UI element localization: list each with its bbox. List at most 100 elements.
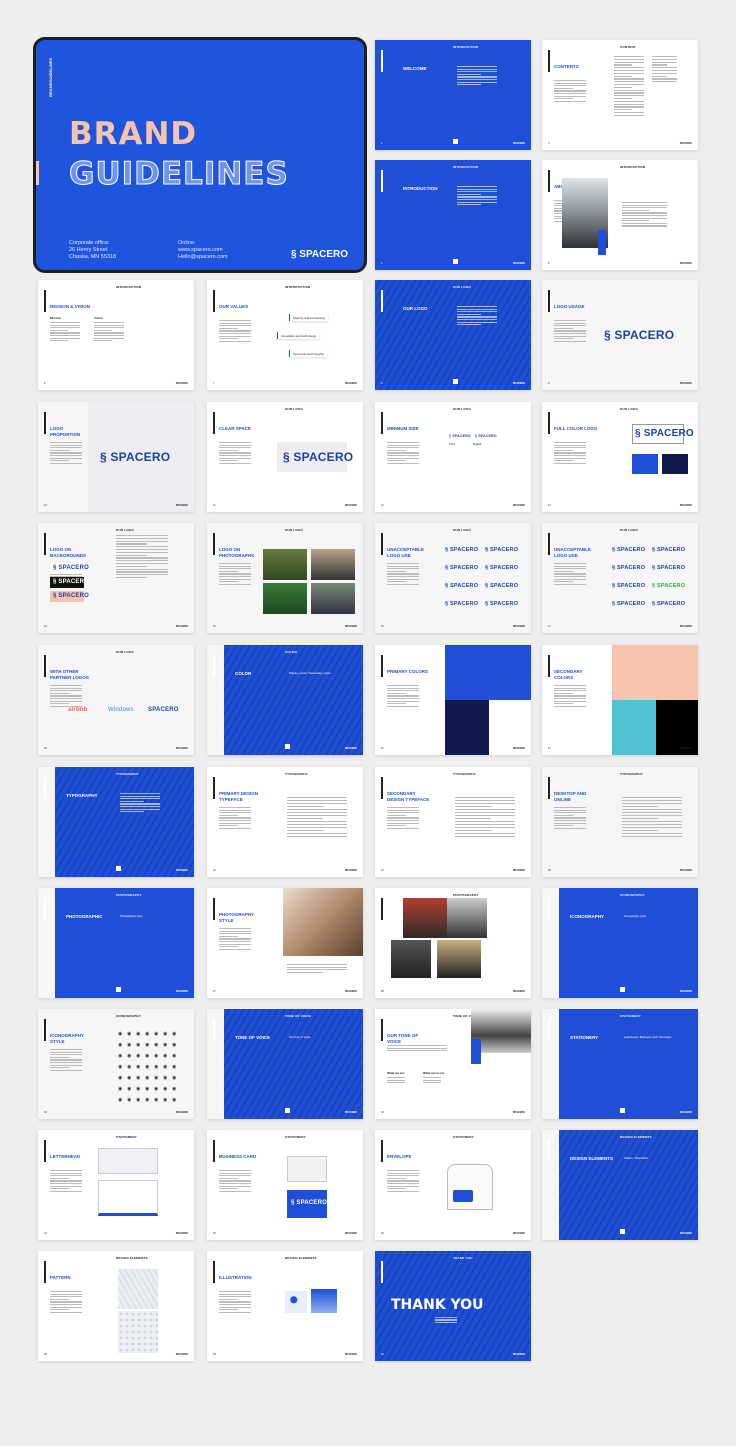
section-label: PHOTOGRAPHY [453,893,479,897]
slide-our-values[interactable]: INTRODUCTION Our Values Sharing and connec… [207,280,363,390]
slide-about[interactable]: INTRODUCTIONAbout5SPACERO [542,160,698,270]
spacero-logo: § SPACERO [652,547,686,553]
spacero-logo: § SPACERO [485,547,519,553]
text-line [50,1183,82,1185]
slide-minimum-size[interactable]: OUR LOGO Minimum Size Print Digital § SPACER… [375,402,531,512]
slide-logo-usage[interactable]: OUR LOGOLogo Usage§ SPACERO9SPACERO [542,280,698,390]
text-line [554,822,586,824]
vertical-brand-bar [381,50,383,72]
slide-title: Our Tone of Voice [387,1033,419,1044]
section-label: OUR LOGO [285,528,303,532]
slide-introduction[interactable]: INTRODUCTION Introduction 4 SPACERO [375,160,531,270]
text-line [457,313,481,315]
text-line [219,322,251,324]
icon-glyph: ◉ [145,1042,150,1048]
slide-logo-on-photographs[interactable]: OUR LOGO Logo on Photographs 15 SPACERO [207,523,363,633]
slide-iconography-style[interactable]: ICONOGRAPHY Iconography Style ◉ ◉ ◉ ◉ ◉ ◉ ◉ ◉ ◉ ◉ ◉ ◉… [38,1009,194,1119]
text-line [116,568,168,570]
slide-design-elements[interactable]: DESIGN ELEMENTS Design Elements Pattern / … [542,1130,698,1240]
text-line [219,576,251,578]
cover-online-info: Online: www.spacero.com Hello@spacero.co… [178,240,228,261]
text-line [387,807,419,809]
slide-our-logo[interactable]: OUR LOGO Our Logo 8 SPACERO [375,280,531,390]
slide-letterhead[interactable]: STATIONERY Letterhead 34 SPACERO [38,1130,194,1240]
text-line [622,220,649,222]
text-line [219,1311,251,1313]
text-line [622,225,667,227]
slide-typography[interactable]: TYPOGRAPHY Typography 22 SPACERO [38,767,194,877]
slide-primary-design-typeface[interactable]: TYPOGRAPHY Primary Design Typeface 23 SPACE… [207,767,363,877]
slide-title: Full Color Logo [554,426,598,431]
slide-unacceptable-logo-use[interactable]: OUR LOGO Unacceptable Logo Use § SPACERO § … [375,523,531,633]
vertical-brand-bar [44,777,46,799]
text-line [287,797,347,799]
slide-logo-proportion[interactable]: OUR LOGOLogo Proportion§ SPACERO10SPACER… [38,402,194,512]
text-line [219,447,251,449]
slide-unacceptable-logo-use[interactable]: OUR LOGO Unacceptable Logo Use § SPACERO § … [542,523,698,633]
slide-full-color-logo[interactable]: OUR LOGO Full Color Logo § SPACERO 13 SPACER… [542,402,698,512]
text-line [622,824,682,826]
slide-photography-style[interactable]: PHOTOGRAPHYPhotography Style27SPACERO [207,888,363,998]
photo-2 [263,583,307,614]
slide-secondary-colors[interactable]: COLORSecondary Colors21SPACERO [542,645,698,755]
slide-business-card[interactable]: STATIONERY Business Card § SPACERO 35 SPACER… [207,1130,363,1240]
illustration-2 [311,1289,337,1313]
slide-our-tone-of-voice[interactable]: TONE OF VOICE Our Tone of Voice What we ar… [375,1009,531,1119]
text-line [387,1175,419,1177]
icon-glyph: ◉ [145,1031,150,1037]
text-line [219,817,251,819]
website-link[interactable]: www.spacero.com [178,247,228,254]
icon-glyph: ◉ [154,1053,159,1059]
text-line [50,1180,82,1182]
slide-logo-on-backgrounds[interactable]: OUR LOGO Logo on Backgrounds § SPACERO § SP… [38,523,194,633]
text-line [219,812,251,814]
section-label: PHOTOGRAPHY [116,893,142,897]
slide-iconography[interactable]: ICONOGRAPHY Iconography Iconography style 2… [542,888,698,998]
white-square-marker [453,259,458,264]
email-link[interactable]: Hello@spacero.com [178,254,228,261]
footer-brand: SPACERO [512,625,525,628]
slide-contents[interactable]: CONTENT Contents 3 SPACERO [542,40,698,150]
office-label: Corporate office: [69,240,110,246]
slide-photographic[interactable]: PHOTOGRAPHY Photographic Photography style… [38,888,194,998]
page-number: 3 [548,142,550,145]
text-line [50,1069,82,1071]
text-line [455,818,491,820]
slide-envelope[interactable]: STATIONERY Envelope 36 SPACERO [375,1130,531,1240]
icon-glyph: ◉ [154,1086,159,1092]
footer-brand: SPACERO [175,990,188,993]
text-line [554,568,586,570]
slide-photography[interactable]: PHOTOGRAPHY 28 SPACERO [375,888,531,998]
slide-stationery[interactable]: STATIONERY Stationery Letterhead / Busines… [542,1009,698,1119]
text-line [50,460,70,462]
logo-text: SPACERO [450,601,479,607]
text-line [219,338,239,340]
text-line [50,1306,82,1308]
slide-pattern[interactable]: DESIGN ELEMENTS Pattern 38 SPACERO [38,1251,194,1361]
icon-glyph: ◉ [172,1086,177,1092]
slide-mission-vision[interactable]: INTRODUCTION Mission & Vision Mission Visio… [38,280,194,390]
office-street: 26 Henry Street [69,247,108,253]
slide-secondary-design-typeface[interactable]: TYPOGRAPHY Secondary Design Typeface 24 SPA… [375,767,531,877]
slide-with-other-partner-logos[interactable]: OUR LOGO With Other Partner Logos airbnb Wi… [38,645,194,755]
slide-tone-of-voice[interactable]: TONE OF VOICE Tone of Voice Our tone of vo… [207,1009,363,1119]
slide-color[interactable]: COLOR Color Primary colors / Secondary col… [207,645,363,755]
slide-illustration[interactable]: DESIGN ELEMENTS Illustration 39 SPACERO [207,1251,363,1361]
vertical-brand-bar [548,1019,550,1041]
white-square-marker [116,866,121,871]
slide-subtitle: Letterhead / Business card / Envelope [624,1035,672,1039]
slide-welcome[interactable]: INTRODUCTION Welcome 2 SPACERO [375,40,531,150]
text-line [219,1183,251,1185]
icon-glyph: ◉ [163,1064,168,1070]
slide-thank-you[interactable]: THANK YOU Thank You 40 SPACERO [375,1251,531,1361]
section-label: INTRODUCTION [285,285,311,289]
cover-slide[interactable]: BRANDGUIDELINES BRAND GUIDELINES Corpora… [33,37,367,273]
text-line [614,78,644,80]
text-line [219,1306,251,1308]
footer-brand: SPACERO [679,1111,692,1114]
slide-title: Tone of Voice [235,1035,271,1040]
text-line [554,817,586,819]
slide-primary-colors[interactable]: COLORPrimary Colors20SPACERO [375,645,531,755]
slide-desktop-and-online[interactable]: TYPOGRAPHY Desktop and Online 25 SPACERO [542,767,698,877]
slide-clear-space[interactable]: OUR LOGO Clear Space § SPACERO 11 SPACERO [207,402,363,512]
